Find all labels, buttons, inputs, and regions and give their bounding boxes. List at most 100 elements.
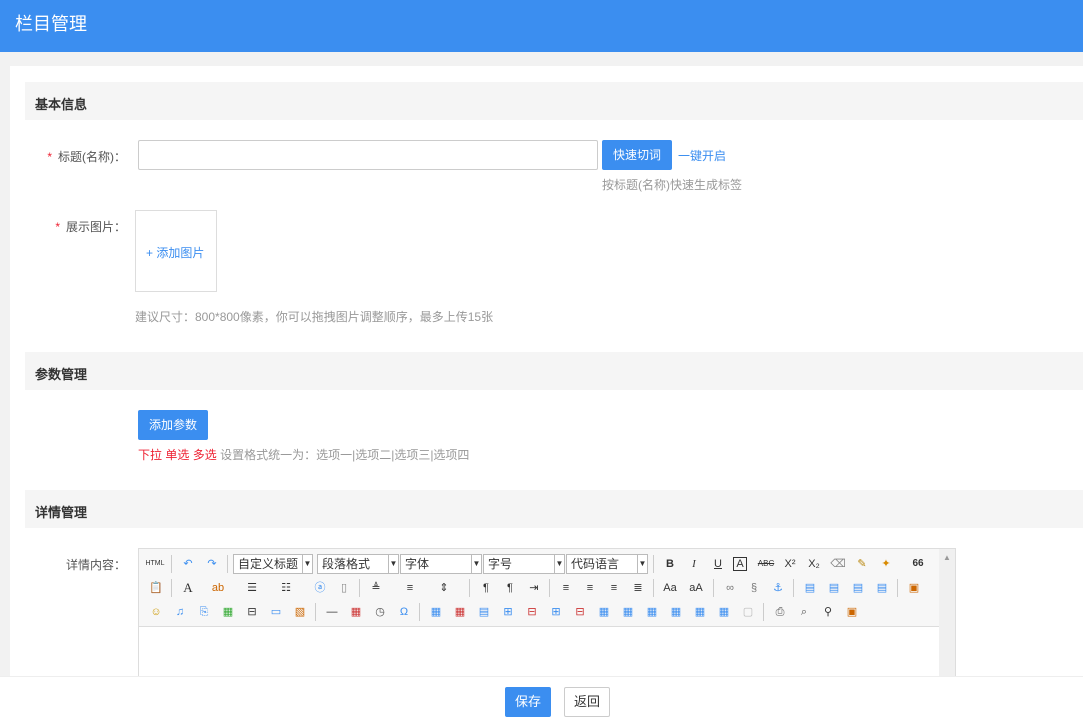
back-button[interactable]: 返回	[564, 687, 610, 717]
split-cells-icon[interactable]: ▦	[667, 603, 685, 621]
para-spacing-icon[interactable]: ≡	[401, 579, 419, 597]
unordered-list-icon[interactable]: ☷	[277, 579, 295, 597]
param-type-checkbox: 多选	[192, 448, 217, 462]
top-header-bar: 栏目管理	[0, 0, 1083, 52]
map-icon[interactable]: ▦	[219, 603, 237, 621]
add-image-label: + 添加图片	[146, 246, 205, 260]
add-image-button[interactable]: + 添加图片	[135, 210, 217, 292]
img-center-icon[interactable]: ▤	[873, 579, 891, 597]
split-rows-icon[interactable]: ▦	[691, 603, 709, 621]
background-icon[interactable]: ▧	[291, 603, 309, 621]
scroll-up-icon[interactable]: ▲	[943, 553, 951, 562]
attachment-icon[interactable]: ⎘	[195, 603, 213, 621]
merge-right-icon[interactable]: ▦	[619, 603, 637, 621]
paragraph-format-select[interactable]: 段落格式 ▼	[317, 554, 399, 574]
img-left-icon[interactable]: ▤	[801, 579, 819, 597]
param-type-radio: 单选	[165, 448, 190, 462]
redo-icon[interactable]: ↷	[203, 555, 221, 573]
anchor-icon[interactable]: ⚓	[769, 579, 787, 597]
bold-icon[interactable]: B	[661, 555, 679, 573]
chart-icon[interactable]: ▢	[739, 603, 757, 621]
delete-row-icon[interactable]: ⊟	[523, 603, 541, 621]
music-icon[interactable]: ♫	[171, 603, 189, 621]
align-right-icon[interactable]: ≡	[605, 579, 623, 597]
draft-icon[interactable]: ▣	[843, 603, 861, 621]
section-params: 参数管理	[25, 352, 1083, 390]
image-hint: 建议尺寸：800*800像素，你可以拖拽图片调整顺序，最多上传15张	[135, 310, 494, 324]
font-size-select[interactable]: 字号 ▼	[483, 554, 565, 574]
split-cols-icon[interactable]: ▦	[715, 603, 733, 621]
font-color-icon[interactable]: A	[179, 579, 197, 597]
param-hint-line: 下拉 单选 多选 设置格式统一为：选项一|选项二|选项三|选项四	[138, 446, 469, 463]
rtl-icon[interactable]: ¶	[501, 579, 519, 597]
align-left-icon[interactable]: ≡	[557, 579, 575, 597]
footer-bar: 保存 返回	[0, 676, 1083, 726]
form-panel: 基本信息 * 标题(名称)： 快速切词 一键开启 按标题(名称)快速生成标签 * 展…	[10, 66, 1083, 726]
delete-col-icon[interactable]: ⊟	[571, 603, 589, 621]
code-language-select[interactable]: 代码语言 ▼	[566, 554, 648, 574]
line-height-icon[interactable]: ≜	[367, 579, 385, 597]
auto-format-icon[interactable]: ✦	[877, 555, 895, 573]
table-icon[interactable]: ▦	[427, 603, 445, 621]
highlight-icon[interactable]: ab	[209, 579, 227, 597]
subscript-icon[interactable]: X₂	[805, 555, 823, 573]
editor-toolbar: HTML ↶ ↷ 自定义标题 ▼ 段落格式 ▼ 字体 ▼ 字号 ▼ 代码语言 ▼ B I …	[139, 549, 939, 627]
quick-cut-button[interactable]: 快速切词	[602, 140, 672, 170]
font-family-select[interactable]: 字体 ▼	[400, 554, 482, 574]
format-brush-icon[interactable]: ✎	[853, 555, 871, 573]
clear-doc-icon[interactable]: ▯	[335, 579, 353, 597]
superscript-icon[interactable]: X²	[781, 555, 799, 573]
delete-table-icon[interactable]: ▦	[451, 603, 469, 621]
undo-icon[interactable]: ↶	[179, 555, 197, 573]
ltr-icon[interactable]: ¶	[477, 579, 495, 597]
time-icon[interactable]: ◷	[371, 603, 389, 621]
lowercase-icon[interactable]: aA	[687, 579, 705, 597]
param-type-dropdown: 下拉	[138, 448, 163, 462]
section-params-title: 参数管理	[35, 367, 88, 382]
template-icon[interactable]: ▭	[267, 603, 285, 621]
eraser-icon[interactable]: ⌫	[829, 555, 847, 573]
font-border-icon[interactable]: A	[733, 557, 747, 571]
custom-heading-select[interactable]: 自定义标题 ▼	[233, 554, 313, 574]
search-replace-icon[interactable]: ⚲	[819, 603, 837, 621]
link-icon[interactable]: ∞	[721, 579, 739, 597]
insert-row-icon[interactable]: ⊞	[499, 603, 517, 621]
paste-icon[interactable]: 📋	[147, 579, 165, 597]
required-mark: *	[47, 150, 52, 164]
insert-caption-icon[interactable]: ▤	[475, 603, 493, 621]
horizontal-rule-icon[interactable]: —	[323, 603, 341, 621]
merge-down-icon[interactable]: ▦	[643, 603, 661, 621]
strikethrough-icon[interactable]: ABC	[755, 555, 777, 573]
insert-col-icon[interactable]: ⊞	[547, 603, 565, 621]
ordered-list-icon[interactable]: ☰	[243, 579, 261, 597]
title-hint: 按标题(名称)快速生成标签	[602, 178, 742, 192]
add-param-button[interactable]: 添加参数	[138, 410, 208, 440]
align-center-icon[interactable]: ≡	[581, 579, 599, 597]
row-spacing-icon[interactable]: ⇕	[435, 579, 453, 597]
preview-icon[interactable]: ⌕	[795, 603, 813, 621]
one-key-enable-link[interactable]: 一键开启	[678, 147, 726, 164]
blockquote-icon[interactable]: 66	[909, 555, 927, 573]
page-break-icon[interactable]: ⊟	[243, 603, 261, 621]
section-basic-info-title: 基本信息	[35, 97, 88, 112]
uppercase-icon[interactable]: Aa	[661, 579, 679, 597]
date-icon[interactable]: ▦	[347, 603, 365, 621]
save-button[interactable]: 保存	[505, 687, 551, 717]
rich-text-editor[interactable]: HTML ↶ ↷ 自定义标题 ▼ 段落格式 ▼ 字体 ▼ 字号 ▼ 代码语言 ▼ B I …	[138, 548, 956, 688]
editor-scrollbar[interactable]: ▲	[939, 549, 955, 687]
print-icon[interactable]: ⎙	[771, 603, 789, 621]
underline-icon[interactable]: U	[709, 555, 727, 573]
emotion-icon[interactable]: ☺	[147, 603, 165, 621]
img-none-icon[interactable]: ▤	[825, 579, 843, 597]
image-icon[interactable]: ▣	[905, 579, 923, 597]
indent-icon[interactable]: ⇥	[525, 579, 543, 597]
merge-cells-icon[interactable]: ▦	[595, 603, 613, 621]
title-input[interactable]	[138, 140, 598, 170]
html-source-icon[interactable]: HTML	[145, 555, 165, 573]
img-right-icon[interactable]: ▤	[849, 579, 867, 597]
special-char-icon[interactable]: Ω	[395, 603, 413, 621]
unlink-icon[interactable]: §	[745, 579, 763, 597]
italic-icon[interactable]: I	[685, 555, 703, 573]
justify-icon[interactable]: ≣	[629, 579, 647, 597]
select-all-icon[interactable]: ⓐ	[311, 579, 329, 597]
